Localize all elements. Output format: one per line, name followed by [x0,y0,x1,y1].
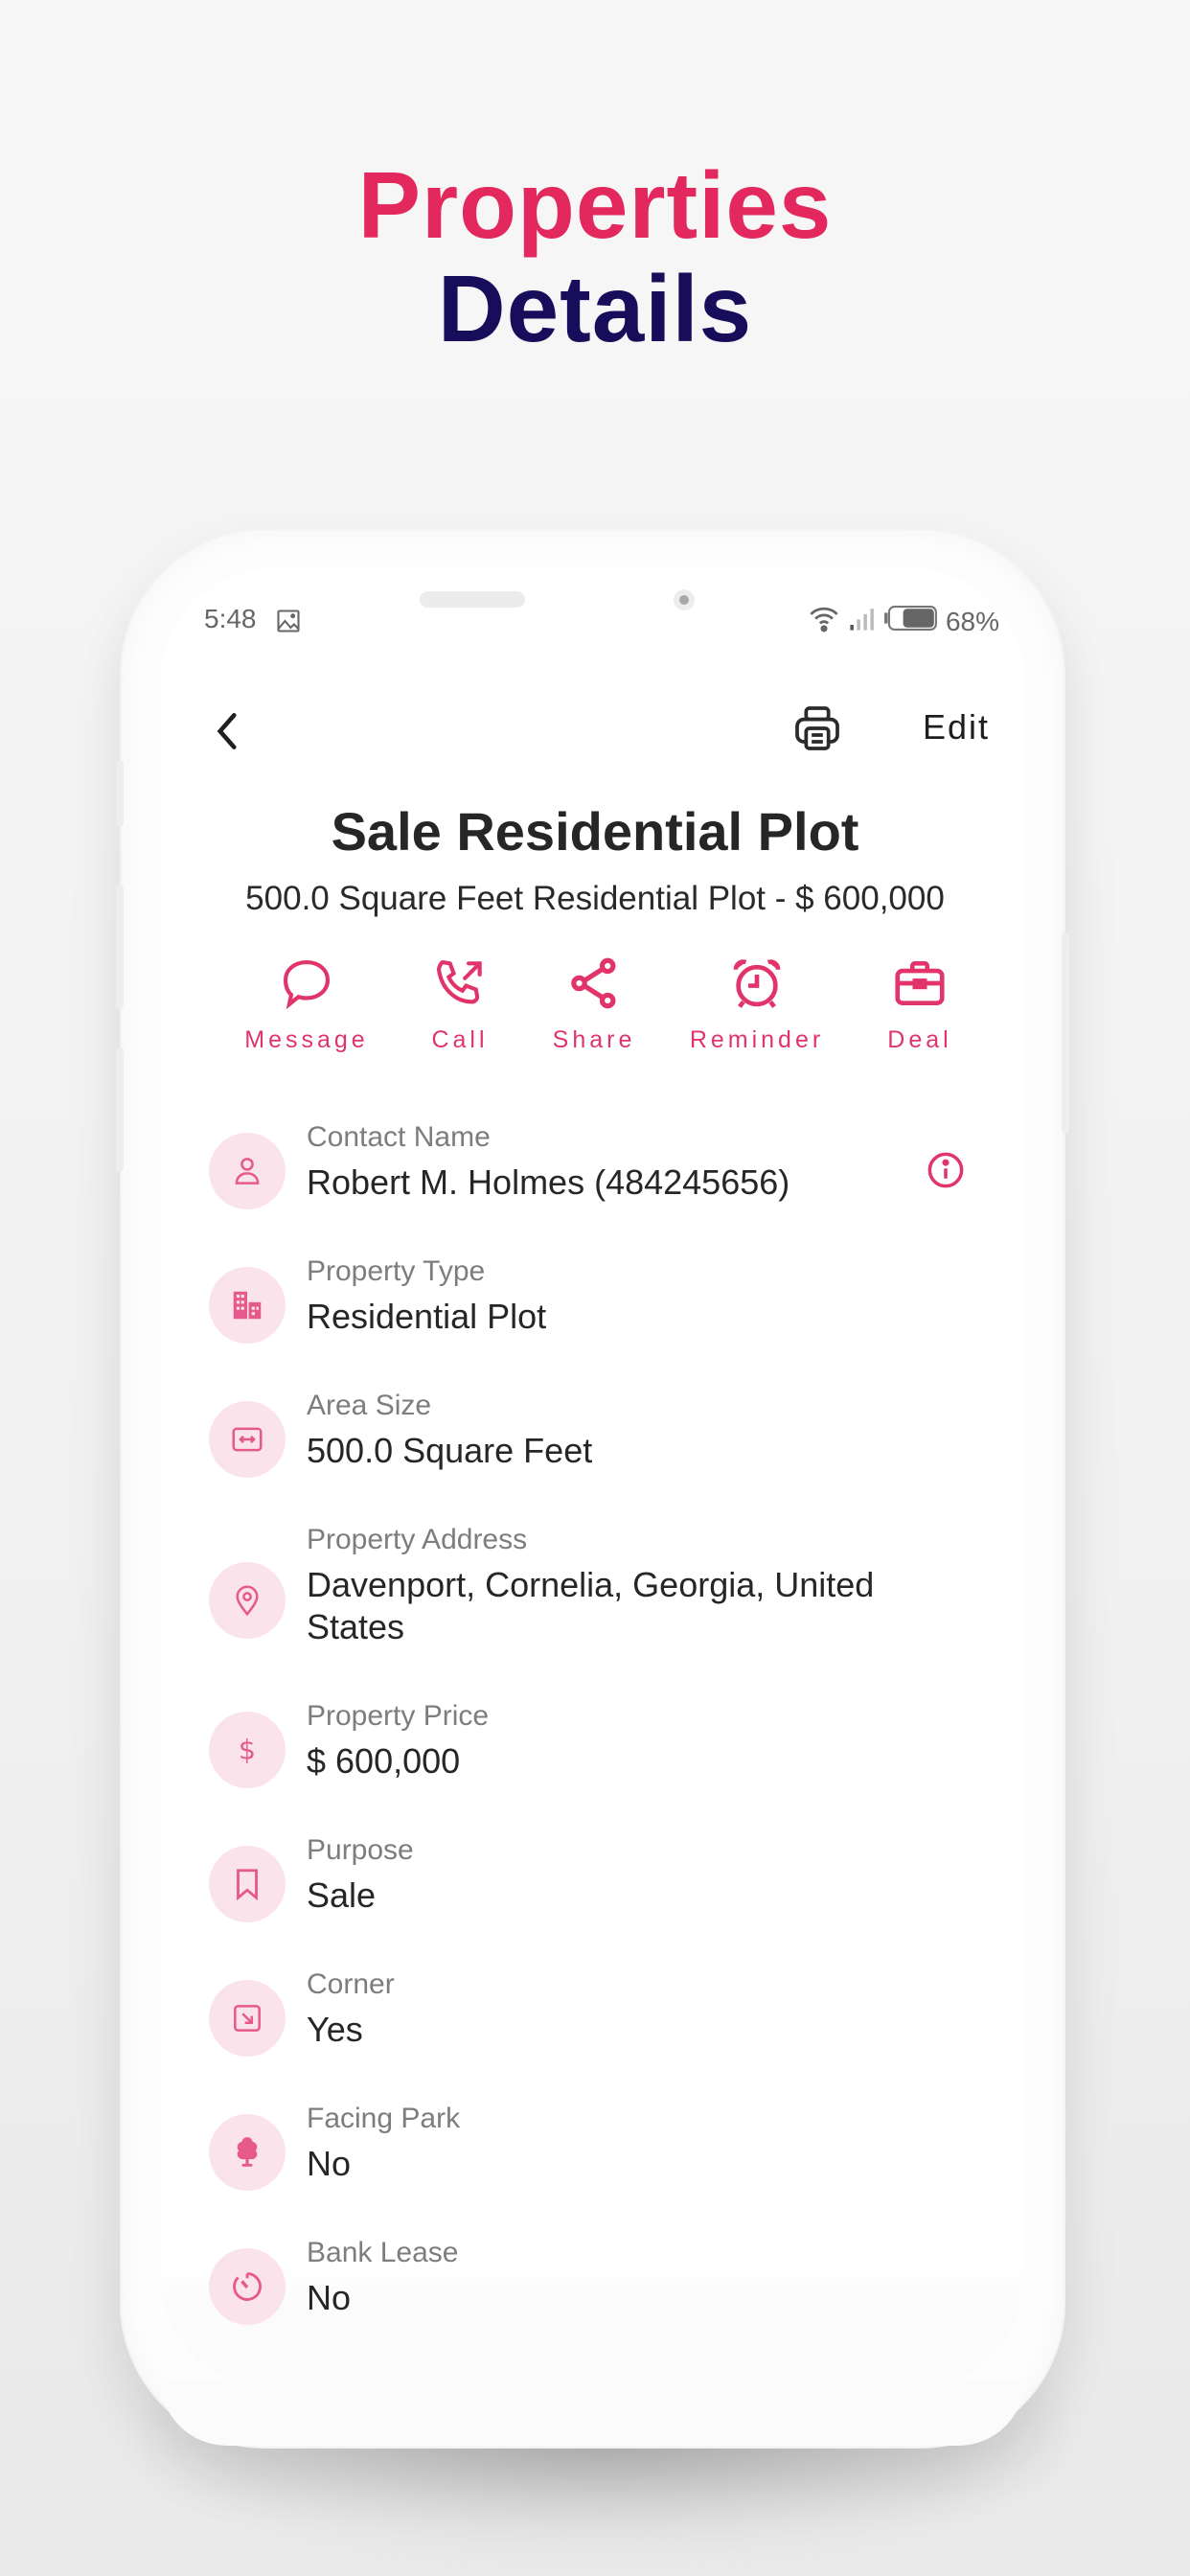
detail-label: Purpose [307,1834,414,1866]
info-icon[interactable] [926,1150,966,1190]
detail-label: Property Address [307,1524,528,1555]
signal-icon [848,605,877,638]
detail-label: Bank Lease [307,2237,459,2268]
detail-label: Area Size [307,1390,432,1421]
briefcase-icon [895,961,945,1005]
detail-value: Robert M. Holmes (484245656) [307,1162,790,1202]
back-button[interactable] [204,707,252,755]
chevron-left-icon [217,713,237,749]
message-icon [283,959,331,1010]
reminder-button[interactable]: Reminder [680,954,834,1054]
share-label: Share [552,1026,636,1053]
detail-value: Sale [307,1875,377,1915]
detail-value: No [307,2144,352,2183]
detail-value: 500.0 Square Feet [307,1431,593,1470]
detail-label: Corner [307,1968,395,2000]
battery-icon [883,605,938,638]
status-time: 5:48 [204,604,257,633]
detail-value: Residential Plot [307,1297,547,1336]
printer-icon [795,706,839,750]
status-bar: 5:48 68% [204,604,999,642]
message-label: Message [244,1026,369,1053]
wifi-icon [808,604,840,639]
side-button [116,1047,124,1172]
detail-value: $ 600,000 [307,1741,461,1781]
deal-label: Deal [887,1026,952,1053]
timer-icon [209,2248,286,2325]
deal-button[interactable]: Deal [872,954,968,1054]
property-title: Sale Residential Plot [331,801,859,862]
share-button[interactable]: Share [537,954,652,1054]
corner-arrow-icon [209,1980,286,2057]
user-icon [209,1133,286,1209]
building-icon [209,1267,286,1344]
message-button[interactable]: Message [240,954,374,1054]
image-icon [275,608,302,641]
alarm-clock-icon [733,959,781,1008]
call-button[interactable]: Call [412,954,508,1054]
call-label: Call [431,1026,489,1053]
top-bar: Edit [204,700,990,767]
bookmark-icon [209,1846,286,1922]
print-button[interactable] [790,702,844,755]
detail-value: Davenport, Cornelia, Georgia, United Sta… [307,1565,875,1646]
tree-icon [209,2114,286,2191]
detail-value: No [307,2278,352,2317]
property-subtitle: 500.0 Square Feet Residential Plot - $ 6… [245,880,945,917]
detail-label: Contact Name [307,1121,491,1153]
location-pin-icon [209,1562,286,1639]
dollar-icon: $ [209,1712,286,1788]
side-button [1062,932,1069,1134]
quick-actions: Message Call Share Reminder Deal [220,954,987,1069]
screen-bottom-edge [160,2379,1025,2446]
hero-title-line1: Properties [357,152,833,258]
call-outgoing-icon [436,959,482,1004]
reminder-label: Reminder [689,1026,825,1053]
svg-text:$: $ [239,1735,256,1766]
detail-label: Property Price [307,1700,490,1732]
detail-label: Facing Park [307,2103,461,2134]
battery-percent: 68% [945,606,999,636]
detail-value: Yes [307,2010,363,2049]
edit-button[interactable]: Edit [923,707,990,748]
hero-heading: Properties Details [0,153,1190,360]
share-icon [571,957,616,1009]
hero-title-line2: Details [437,256,753,361]
detail-label: Property Type [307,1255,486,1287]
area-arrows-icon [209,1401,286,1478]
